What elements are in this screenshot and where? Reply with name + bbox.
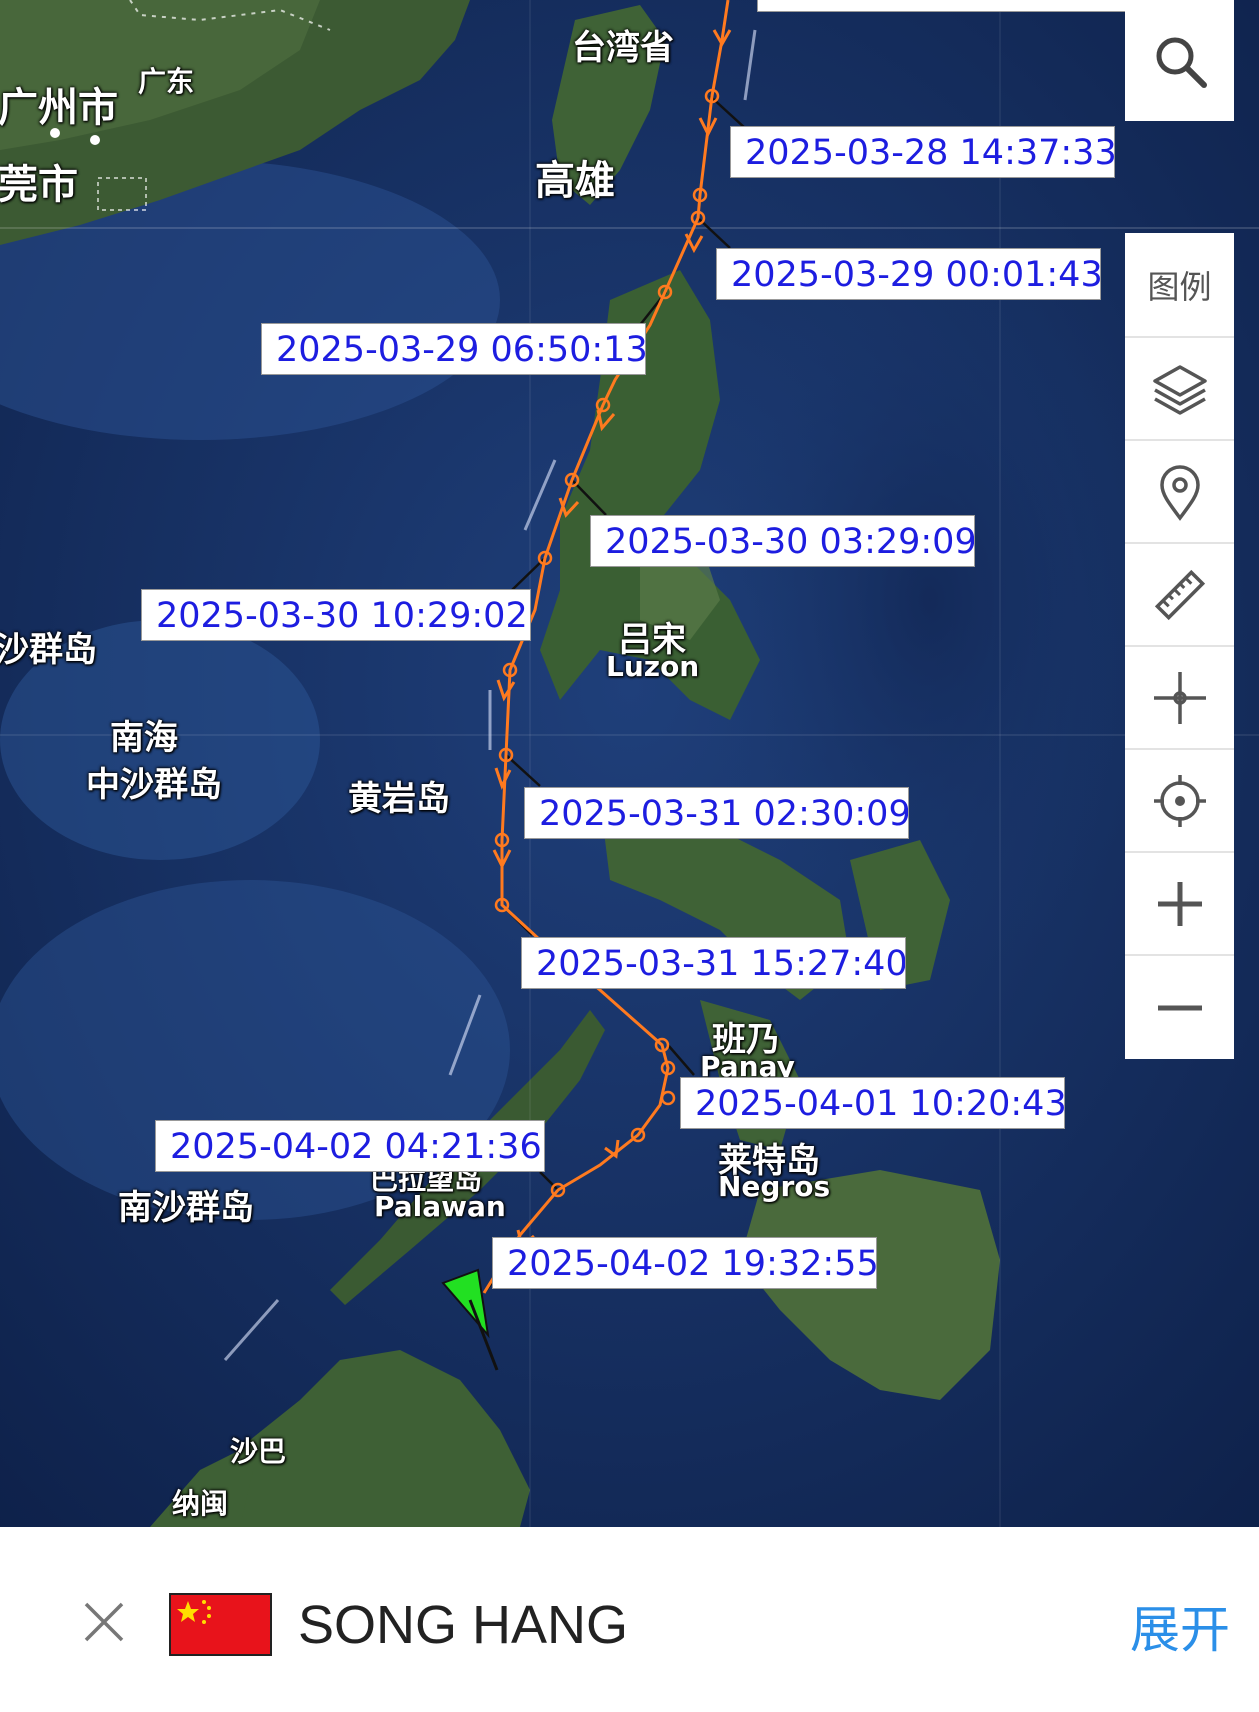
ruler-button[interactable] (1125, 544, 1234, 647)
search-panel (1125, 0, 1234, 121)
legend-button[interactable]: 图例 (1125, 233, 1234, 338)
zoom-in-button[interactable] (1125, 853, 1234, 956)
zoom-out-button[interactable] (1125, 956, 1234, 1059)
expand-button[interactable]: 展开 (1130, 1590, 1230, 1662)
location-pin-button[interactable] (1125, 441, 1234, 544)
place-label-nadu: 纳闽 (172, 1487, 229, 1520)
place-label-sabah: 沙巴 (230, 1435, 287, 1468)
flag-stars-icon (177, 1600, 211, 1624)
place-label-palawan-en: Palawan (374, 1190, 506, 1223)
track-timestamp: 2025-04-01 10:20:43 (680, 1077, 1065, 1129)
track-timestamp: 2025-03-30 10:29:02 (141, 589, 531, 641)
track-timestamp: 2025-03-28 14:37:33 (730, 126, 1115, 178)
china-flag (169, 1593, 272, 1656)
track-timestamp: 2025-04-02 04:21:36 (155, 1120, 545, 1172)
place-label-luzon-en: Luzon (606, 650, 700, 683)
crosshair-button[interactable] (1125, 647, 1234, 750)
zoom-in-icon (1157, 881, 1202, 926)
place-label-guangzhou: 广州市 (0, 85, 118, 131)
map-view[interactable]: 台湾省 广州市 广东 莞市 高雄 沙群岛 南海 中沙群岛 黄岩岛 吕宋 Luzo… (0, 0, 1259, 1527)
place-label-nanhai: 南海 (110, 718, 178, 758)
place-label-dongsha: 沙群岛 (0, 630, 97, 670)
crosshair-icon (1153, 671, 1206, 724)
layers-button[interactable] (1125, 338, 1234, 441)
place-label-dongguan: 莞市 (0, 162, 78, 208)
search-button[interactable] (1125, 0, 1234, 121)
place-label-taiwan: 台湾省 (572, 28, 674, 68)
track-timestamp: 2025-04-02 19:32:55 (492, 1237, 877, 1289)
track-timestamp: 2025-03-31 15:27:40 (521, 937, 906, 989)
zoom-out-icon (1157, 1005, 1202, 1010)
track-timestamp: 2025-03-31 02:30:09 (524, 787, 909, 839)
ship-name: SONG HANG (298, 1595, 629, 1655)
layers-icon (1152, 364, 1207, 415)
map-toolbar: 图例 (1125, 233, 1234, 1059)
locate-target-icon (1153, 774, 1206, 827)
track-timestamp: 2025-03-30 03:29:09 (590, 515, 975, 567)
place-label-kaohsiung: 高雄 (535, 158, 615, 204)
ruler-icon (1154, 569, 1205, 620)
close-icon[interactable] (82, 1600, 126, 1644)
place-label-guangdong: 广东 (138, 65, 195, 98)
locate-target-button[interactable] (1125, 750, 1234, 853)
place-label-huangyan: 黄岩岛 (348, 779, 450, 819)
place-label-zhongsha: 中沙群岛 (86, 765, 222, 805)
track-timestamp: 2025-03-29 00:01:43 (716, 248, 1101, 300)
track-timestamp: 2025-03-29 06:50:13 (261, 323, 646, 375)
location-pin-icon (1159, 464, 1200, 521)
place-label-negros-en: Negros (718, 1170, 831, 1203)
legend-label: 图例 (1147, 267, 1212, 306)
search-icon (1156, 37, 1207, 88)
track-timestamp-partial (757, 0, 1127, 12)
place-label-nansha: 南沙群岛 (118, 1188, 254, 1228)
